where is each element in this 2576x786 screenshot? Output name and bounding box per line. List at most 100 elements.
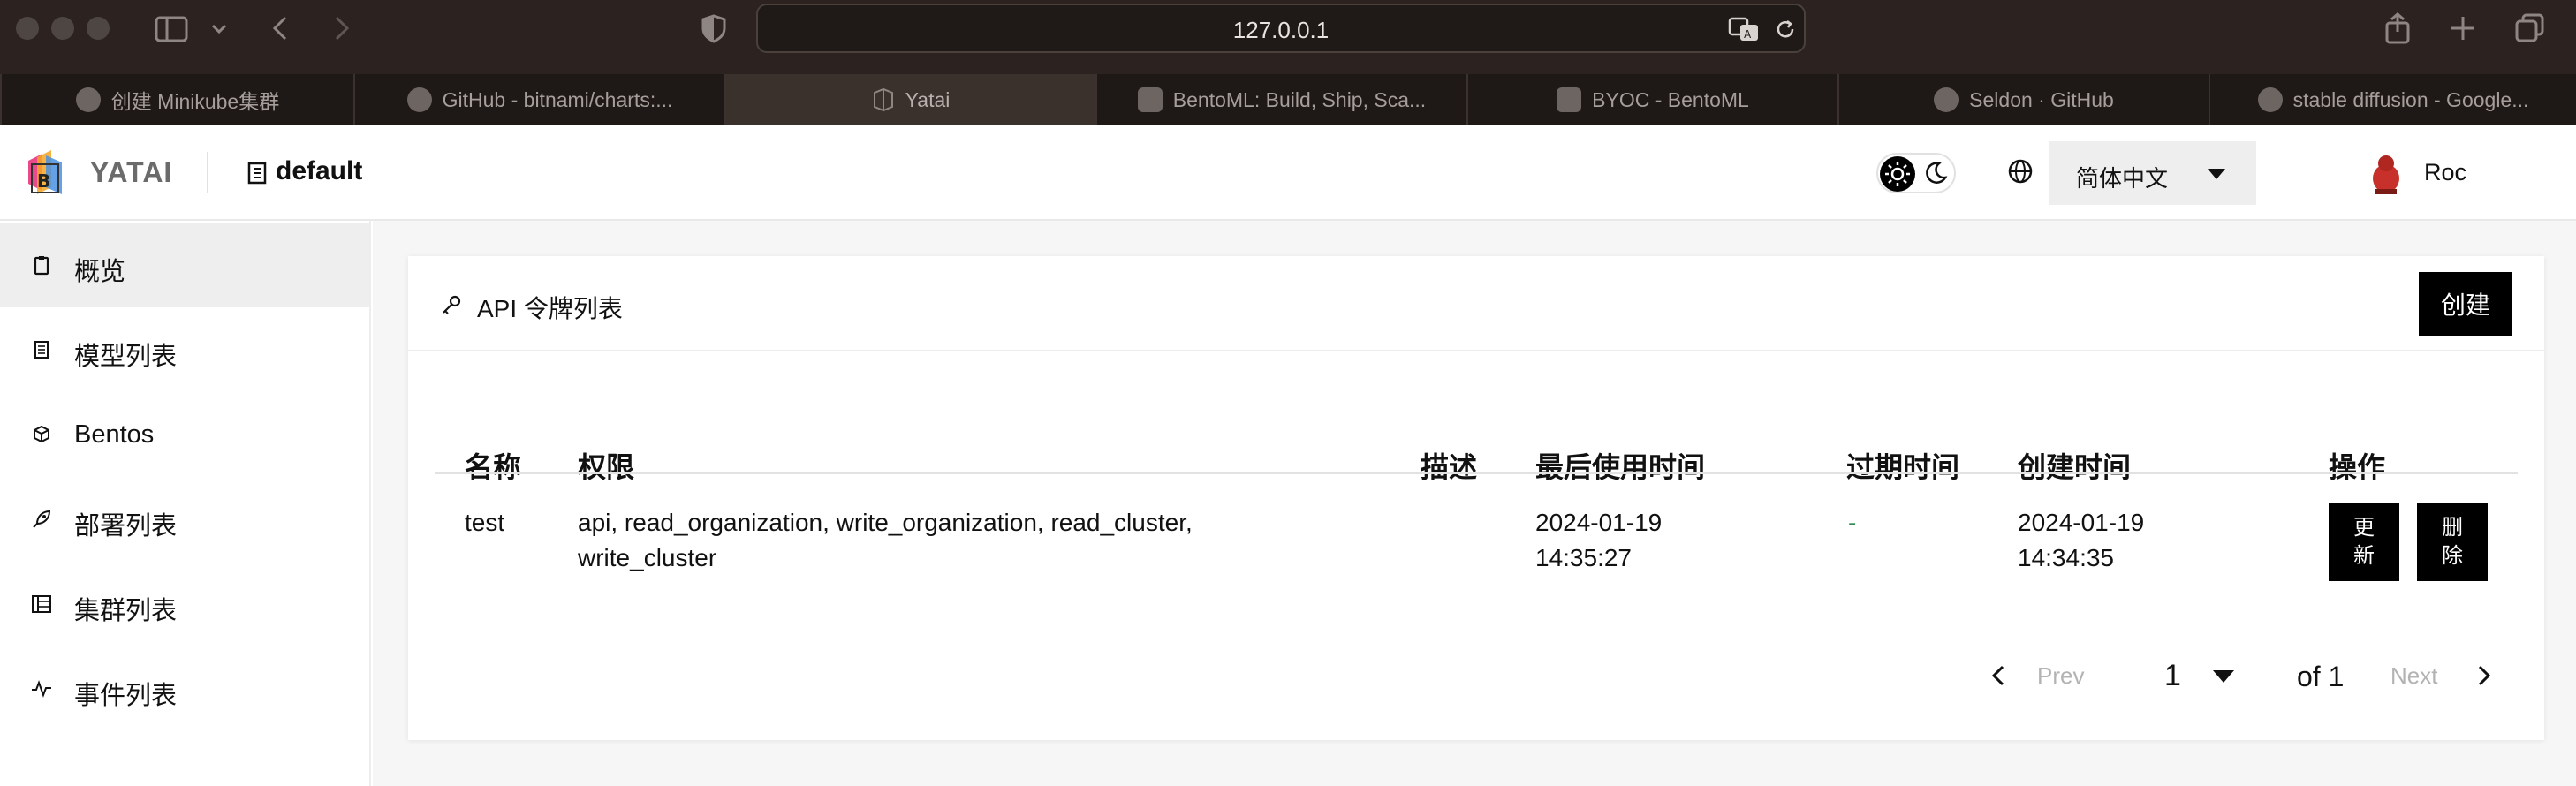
chevron-down-icon[interactable] <box>208 11 230 46</box>
token-last-used-date: 2024-01-19 <box>1535 509 1663 536</box>
token-name: test <box>465 509 505 536</box>
zoom-window-button[interactable] <box>87 17 110 40</box>
column-header-name[interactable]: 名称 <box>465 445 521 486</box>
tab-label: BYOC - BentoML <box>1592 87 1749 111</box>
browser-tab-active[interactable]: Yatai <box>724 74 1095 125</box>
chevron-left-icon[interactable] <box>1989 664 2007 687</box>
yatai-logo-icon[interactable]: B <box>25 148 65 198</box>
github-icon <box>1934 87 1959 112</box>
clipboard-icon <box>30 253 53 276</box>
forward-icon[interactable] <box>323 11 359 46</box>
server-icon <box>30 593 53 616</box>
sidebar-item-label: 概览 <box>74 258 126 286</box>
tab-label: GitHub - bitnami/charts:... <box>442 87 673 111</box>
next-page-button[interactable]: Next <box>2390 662 2437 690</box>
browser-titlebar: 127.0.0.1 A <box>0 0 2576 74</box>
sun-icon[interactable] <box>1880 156 1915 192</box>
caret-down-icon <box>2207 168 2226 180</box>
moon-icon[interactable] <box>1922 160 1949 186</box>
sidebar-item-models[interactable]: 模型列表 <box>0 307 369 392</box>
column-header-expires[interactable]: 过期时间 <box>1846 445 1959 486</box>
google-icon <box>2257 87 2283 112</box>
svg-text:A: A <box>1744 28 1752 41</box>
sidebar-item-clusters[interactable]: 集群列表 <box>0 562 369 646</box>
language-value: 简体中文 <box>2076 165 2169 192</box>
tab-label: Seldon · GitHub <box>1969 87 2114 111</box>
favicon-icon <box>75 87 101 112</box>
token-last-used-time: 14:35:27 <box>1535 544 1632 571</box>
update-token-button[interactable]: 更 新 <box>2329 503 2399 581</box>
sidebar-item-label: 集群列表 <box>74 597 178 625</box>
token-expires: - <box>1848 509 1857 536</box>
page-title: API 令牌列表 <box>477 295 623 322</box>
svg-text:B: B <box>37 170 50 192</box>
browser-tab[interactable]: 创建 Minikube集群 <box>0 74 353 125</box>
activity-icon <box>30 677 53 700</box>
column-header-last-used[interactable]: 最后使用时间 <box>1535 445 1705 486</box>
header-divider <box>207 152 208 193</box>
rocket-icon <box>30 508 53 531</box>
sidebar-item-events[interactable]: 事件列表 <box>0 646 369 731</box>
back-icon[interactable] <box>263 11 299 46</box>
create-button[interactable]: 创建 <box>2419 272 2512 336</box>
browser-tab[interactable]: Seldon · GitHub <box>1837 74 2209 125</box>
button-label: 删 <box>2442 516 2463 540</box>
username[interactable]: Roc <box>2424 159 2466 186</box>
page-total: of 1 <box>2297 661 2345 692</box>
sidebar-item-bentos[interactable]: Bentos <box>0 392 369 477</box>
card-header: API 令牌列表 创建 <box>408 256 2544 351</box>
reload-icon[interactable] <box>1772 16 1799 42</box>
building-icon <box>246 161 269 185</box>
close-window-button[interactable] <box>16 17 39 40</box>
language-select[interactable]: 简体中文 <box>2049 141 2256 205</box>
token-created-date: 2024-01-19 <box>2018 509 2145 536</box>
share-icon[interactable] <box>2380 11 2415 46</box>
browser-tab[interactable]: stable diffusion - Google... <box>2209 74 2576 125</box>
app-header: B YATAI default 简体中文 Roc <box>0 125 2576 221</box>
button-label: 新 <box>2353 544 2375 568</box>
browser-tab-bar: 创建 Minikube集群 GitHub - bitnami/charts:..… <box>0 74 2576 125</box>
new-tab-icon[interactable] <box>2445 11 2481 46</box>
token-permissions-line1: api, read_organization, write_organizati… <box>578 509 1193 536</box>
bentoml-favicon-icon <box>1137 87 1163 112</box>
translate-icon[interactable]: A <box>1728 14 1760 44</box>
document-icon <box>30 338 53 361</box>
sidebar-item-overview[interactable]: 概览 <box>0 223 369 307</box>
bentoml-favicon-icon <box>1557 87 1582 112</box>
column-header-created[interactable]: 创建时间 <box>2018 445 2131 486</box>
sidebar-item-deployments[interactable]: 部署列表 <box>0 477 369 562</box>
sidebar-item-label: 事件列表 <box>74 682 178 710</box>
column-header-permissions[interactable]: 权限 <box>578 445 634 486</box>
tab-label: stable diffusion - Google... <box>2292 87 2529 111</box>
chevron-right-icon[interactable] <box>2475 664 2493 687</box>
minimize-window-button[interactable] <box>51 17 74 40</box>
button-label: 除 <box>2442 544 2463 568</box>
sidebar-icon[interactable] <box>154 11 189 46</box>
sidebar-item-label: 部署列表 <box>74 512 178 540</box>
globe-icon <box>2005 156 2035 186</box>
tab-label: 创建 Minikube集群 <box>110 90 280 113</box>
url-text: 127.0.0.1 <box>1232 17 1330 43</box>
brand-name[interactable]: YATAI <box>90 156 172 189</box>
column-header-description[interactable]: 描述 <box>1421 445 1477 486</box>
page-select-value[interactable]: 1 <box>2164 659 2181 693</box>
key-icon <box>440 293 463 316</box>
address-bar[interactable]: 127.0.0.1 A <box>756 4 1806 53</box>
shield-icon[interactable] <box>696 11 731 46</box>
avatar[interactable] <box>2368 152 2405 196</box>
prev-page-button[interactable]: Prev <box>2037 662 2084 690</box>
cube-icon <box>30 423 53 446</box>
delete-token-button[interactable]: 删 除 <box>2417 503 2488 581</box>
github-icon <box>406 87 432 112</box>
token-created-time: 14:34:35 <box>2018 544 2114 571</box>
caret-down-icon[interactable] <box>2212 669 2235 684</box>
tabs-overview-icon[interactable] <box>2512 11 2548 46</box>
browser-tab[interactable]: GitHub - bitnami/charts:... <box>353 74 724 125</box>
organization-name[interactable]: default <box>276 156 362 186</box>
browser-tab[interactable]: BentoML: Build, Ship, Sca... <box>1095 74 1466 125</box>
sidebar: 概览 模型列表 Bentos 部署列表 集群列表 事件列表 <box>0 221 371 786</box>
button-label: 更 <box>2353 516 2375 540</box>
sidebar-item-label: Bentos <box>74 420 155 449</box>
column-header-actions: 操作 <box>2329 451 2386 483</box>
browser-tab[interactable]: BYOC - BentoML <box>1466 74 1837 125</box>
